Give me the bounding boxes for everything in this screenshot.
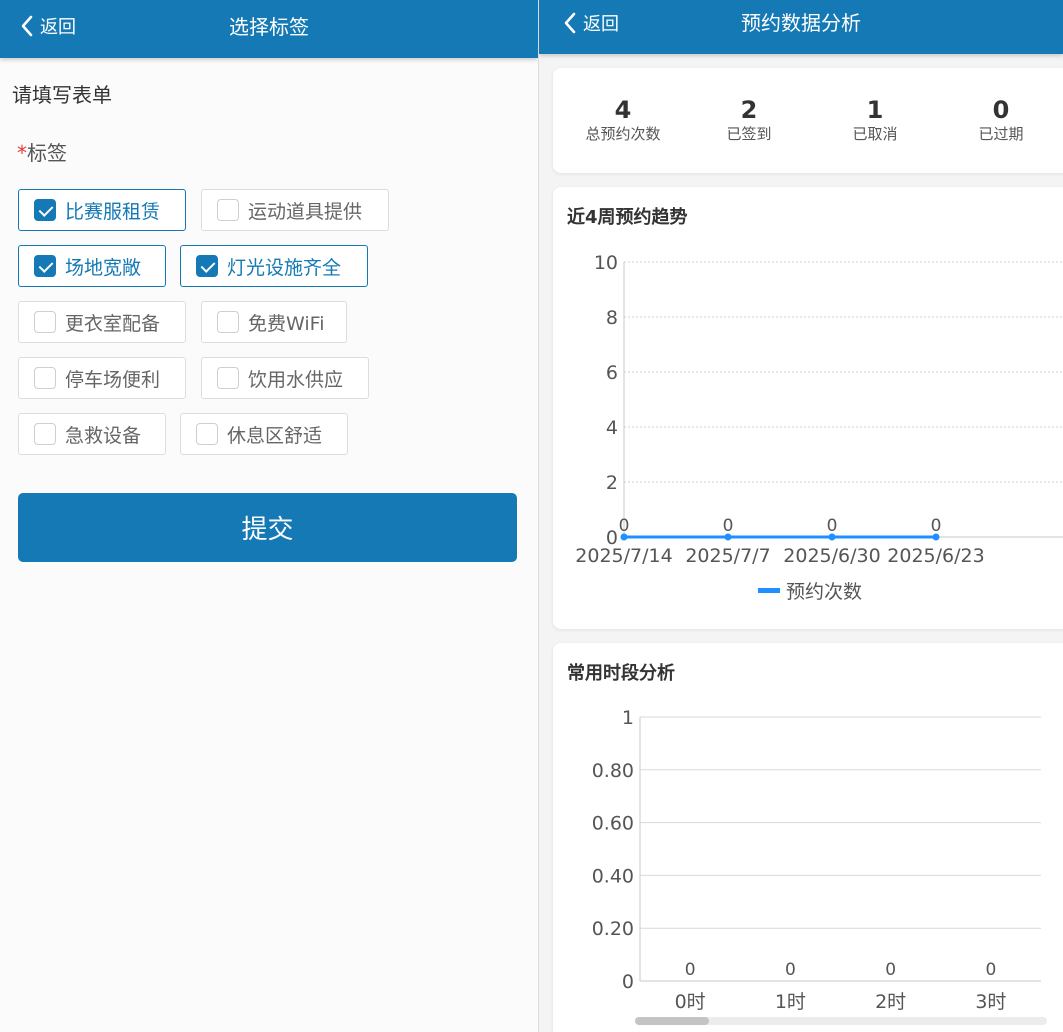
select-tags-screen: 返回 选择标签 请填写表单 *标签 比赛服租赁 运动道具提供 场地宽敞 灯光设施… [0, 0, 538, 1032]
stats-card: 4 总预约次数 2 已签到 1 已取消 0 已过期 [553, 68, 1063, 173]
checkbox[interactable] [196, 423, 218, 445]
data-label: 0 [723, 516, 734, 536]
stat-value: 1 [866, 96, 884, 124]
tag-label: 更衣室配备 [65, 312, 161, 335]
stat-label: 总预约次数 [585, 125, 661, 143]
x-tick-label: 2时 [875, 991, 906, 1013]
hours-card-title: 常用时段分析 [567, 663, 675, 684]
checkbox-checked[interactable] [196, 255, 218, 277]
data-label: 0 [931, 516, 942, 536]
x-tick-label: 3时 [975, 991, 1006, 1013]
tag-option[interactable]: 停车场便利 [18, 357, 186, 399]
stat-label: 已签到 [726, 125, 772, 143]
checkbox[interactable] [34, 311, 56, 333]
back-label: 返回 [40, 17, 76, 38]
x-tick-label: 2025/6/30 [783, 545, 880, 567]
chart-scrollbar[interactable] [635, 1017, 1047, 1025]
required-mark: * [17, 141, 27, 165]
tag-label: 停车场便利 [65, 368, 161, 391]
y-tick-label: 1 [622, 707, 634, 729]
tag-label: 急救设备 [65, 424, 142, 447]
tag-option[interactable]: 场地宽敞 [18, 245, 166, 287]
stat-value: 0 [992, 96, 1010, 124]
checkbox[interactable] [34, 367, 56, 389]
tag-label: 灯光设施齐全 [227, 256, 342, 279]
y-tick-label: 6 [606, 362, 618, 384]
tag-field-label: *标签 [17, 137, 67, 166]
y-tick-label: 0.40 [592, 865, 634, 887]
x-tick-label: 0时 [675, 991, 706, 1013]
navbar: 返回 预约数据分析 [539, 0, 1063, 54]
y-tick-label: 0.20 [592, 918, 634, 940]
stat-total-bookings: 4 总预约次数 [563, 96, 683, 144]
x-tick-label: 2025/6/23 [887, 545, 984, 567]
data-label: 0 [619, 516, 630, 536]
checkbox-checked[interactable] [34, 255, 56, 277]
checkbox[interactable] [217, 199, 239, 221]
y-tick-label: 2 [606, 472, 618, 494]
back-label: 返回 [583, 14, 619, 35]
hours-bar-chart: 0 0.20 0.40 0.60 0.80 1 0 0时 0 1时 0 2时 0 3时 [592, 707, 1041, 1013]
form-heading: 请填写表单 [12, 83, 112, 107]
stat-value: 2 [740, 96, 758, 124]
chevron-left-icon [21, 15, 33, 37]
stat-expired: 0 已过期 [941, 96, 1061, 144]
tag-option[interactable]: 运动道具提供 [201, 189, 389, 231]
y-tick-label: 0 [622, 971, 634, 993]
checkbox-checked[interactable] [34, 199, 56, 221]
x-tick-label: 1时 [775, 991, 806, 1013]
tag-label: 比赛服租赁 [65, 200, 161, 223]
chevron-left-icon [564, 12, 576, 34]
tag-option[interactable]: 休息区舒适 [180, 413, 348, 455]
tag-label: 场地宽敞 [65, 256, 142, 279]
y-tick-label: 0.60 [592, 813, 634, 835]
back-button[interactable]: 返回 [20, 13, 76, 39]
stat-label: 已过期 [978, 125, 1024, 143]
checkbox[interactable] [217, 311, 239, 333]
tag-option[interactable]: 免费WiFi [201, 301, 347, 343]
tag-option[interactable]: 急救设备 [18, 413, 166, 455]
data-label: 0 [685, 960, 696, 980]
tag-option[interactable]: 饮用水供应 [201, 357, 369, 399]
stat-label: 已取消 [852, 125, 898, 143]
tag-label: 运动道具提供 [248, 200, 363, 223]
tag-label: 饮用水供应 [248, 368, 344, 391]
tag-option[interactable]: 比赛服租赁 [18, 189, 186, 231]
stat-cancelled: 1 已取消 [815, 96, 935, 144]
hours-card: 常用时段分析 0 0.20 0.40 0.60 0.80 1 0 0时 0 1时 0 2时 0 3时 [553, 643, 1063, 1032]
page-title: 选择标签 [229, 15, 309, 39]
data-label: 0 [785, 960, 796, 980]
y-tick-label: 0.80 [592, 760, 634, 782]
tag-label: 免费WiFi [248, 312, 325, 335]
submit-button[interactable]: 提交 [18, 493, 517, 562]
tag-label: 休息区舒适 [227, 424, 323, 447]
data-label: 0 [985, 960, 996, 980]
navbar: 返回 选择标签 [0, 0, 538, 58]
trend-card: 近4周预约趋势 0 2 4 6 8 10 2025/7/14 2025/7/7 2025/6/3… [553, 187, 1063, 629]
stat-checked-in: 2 已签到 [689, 96, 809, 144]
checkbox[interactable] [217, 367, 239, 389]
data-label: 0 [827, 516, 838, 536]
checkbox[interactable] [34, 423, 56, 445]
data-label: 0 [885, 960, 896, 980]
y-tick-label: 10 [594, 252, 618, 274]
back-button[interactable]: 返回 [563, 10, 619, 36]
tag-option[interactable]: 灯光设施齐全 [180, 245, 368, 287]
trend-card-title: 近4周预约趋势 [567, 207, 688, 228]
tag-option[interactable]: 更衣室配备 [18, 301, 186, 343]
legend-label: 预约次数 [786, 581, 862, 603]
y-tick-label: 8 [606, 307, 618, 329]
stat-value: 4 [614, 96, 632, 124]
booking-analytics-screen: 返回 预约数据分析 4 总预约次数 2 已签到 1 已取消 0 已过期 近4周预约趋势 … [539, 0, 1063, 1032]
x-tick-label: 2025/7/14 [575, 545, 672, 567]
tag-field-label-text: 标签 [27, 141, 67, 165]
trend-line-chart: 0 2 4 6 8 10 2025/7/14 2025/7/7 2025/6/30 2025/6/… [575, 252, 1063, 603]
x-tick-label: 2025/7/7 [685, 545, 770, 567]
y-tick-label: 4 [606, 417, 618, 439]
scroll-thumb[interactable] [635, 1017, 710, 1025]
legend-swatch [758, 588, 780, 593]
